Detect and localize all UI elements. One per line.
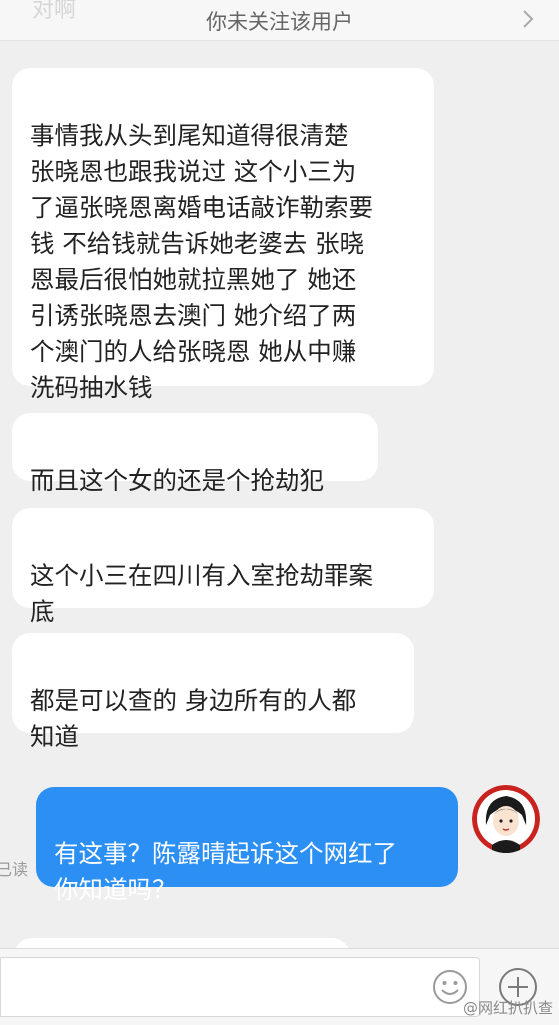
chevron-right-icon[interactable] [517, 8, 539, 30]
message-text: 事情我从头到尾知道得很清楚 张晓恩也跟我说过 这个小三为 了逼张晓恩离婚电话敲诈… [30, 121, 373, 402]
message-text: 有这事？陈露晴起诉这个网红了 你知道吗？ [54, 839, 397, 904]
read-status-label: 已读 [0, 860, 29, 879]
outgoing-message-bubble[interactable]: 有这事？陈露晴起诉这个网红了 你知道吗？ [36, 787, 458, 904]
incoming-message-bubble[interactable]: 都是可以查的 身边所有的人都 知道 [12, 633, 414, 751]
incoming-message-bubble[interactable]: 这个小三在四川有入室抢劫罪案 底 [12, 508, 434, 626]
avatar[interactable] [472, 785, 540, 853]
message-text: 而且这个女的还是个抢劫犯 [30, 466, 324, 495]
follow-notice-text: 你未关注该用户 [206, 10, 353, 34]
incoming-message-bubble[interactable]: 而且这个女的还是个抢劫犯 [12, 413, 378, 495]
message-text: 这个小三在四川有入室抢劫罪案 底 [30, 561, 373, 626]
incoming-message-bubble[interactable]: 事情我从头到尾知道得很清楚 张晓恩也跟我说过 这个小三为 了逼张晓恩离婚电话敲诈… [12, 68, 434, 402]
message-input[interactable] [0, 957, 480, 1017]
watermark: @网红扒扒查 [462, 999, 553, 1017]
message-text: 都是可以查的 身边所有的人都 知道 [30, 686, 357, 751]
follow-notice-bar[interactable]: 对啊 你未关注该用户 [0, 0, 559, 41]
avatar-portrait-icon [472, 785, 540, 853]
